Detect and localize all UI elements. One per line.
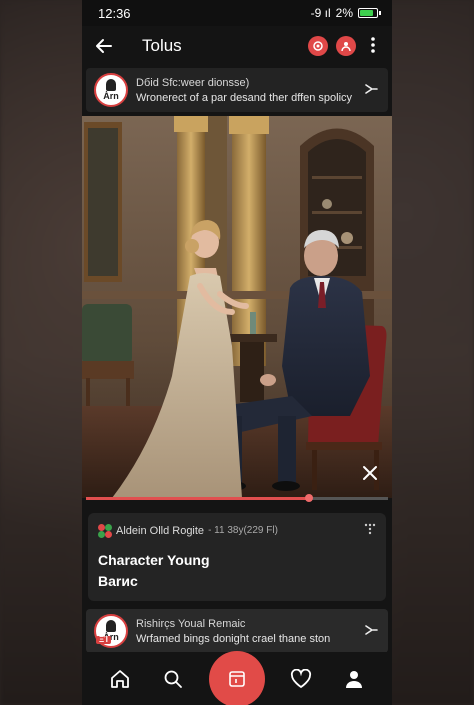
app-header: Tolus — [82, 26, 392, 66]
create-icon — [229, 670, 245, 687]
page-title: Tolus — [142, 36, 182, 55]
battery-percent: 2% — [335, 6, 353, 20]
bottom-nav — [82, 650, 392, 705]
profile-icon[interactable] — [338, 663, 370, 695]
search-icon[interactable] — [157, 663, 189, 695]
info-author[interactable]: Aldein Olld Rogite — [116, 525, 204, 537]
close-icon[interactable] — [360, 465, 380, 485]
bottom-card-title: Rishirc̦s Youal Remaic — [136, 617, 246, 630]
more-vertical-icon[interactable] — [364, 36, 382, 56]
forward-icon[interactable] — [362, 624, 380, 639]
top-post-card[interactable]: Ȧrn Dбid Sfc:weer dionsse) Wronerect of … — [86, 68, 388, 112]
phone-screen: 12:36 -9 ıl 2% Tolus Ȧrn Dбid Sfc:weer d… — [82, 0, 392, 705]
avatar-figure-icon — [106, 79, 116, 91]
video-progress-bar[interactable] — [86, 494, 388, 502]
media-image[interactable] — [82, 116, 392, 498]
status-indicators: -9 ıl 2% — [310, 6, 381, 20]
top-card-subtitle: Wronerect of a par desand ther dffen spo… — [136, 91, 353, 104]
avatar[interactable]: Ȧrn ΞΊ — [94, 614, 128, 648]
progress-fill — [86, 497, 310, 500]
battery-icon — [358, 8, 381, 18]
status-badge: ΞΊ — [96, 636, 111, 644]
more-dots-icon[interactable] — [364, 523, 376, 538]
status-bar: 12:36 -9 ıl 2% — [82, 0, 392, 26]
info-subtitle: Barиc — [98, 573, 138, 589]
info-meta: - 11 38у(229 Fl) — [208, 525, 278, 536]
signal-indicator: -9 ıl — [310, 6, 331, 20]
info-card-header: Aldein Olld Rogite - 11 38у(229 Fl) — [98, 523, 376, 538]
back-arrow-icon[interactable] — [92, 34, 116, 58]
status-time: 12:36 — [98, 5, 131, 21]
top-card-title: Dбid Sfc:weer dionsse) — [136, 76, 250, 89]
battery-fill — [360, 10, 373, 16]
flower-icon — [98, 523, 112, 538]
info-title: Character Young — [98, 552, 210, 568]
bottom-card-text: Rishirc̦s Youal Remaic Wrfamed bings don… — [136, 618, 362, 645]
share-people-icon[interactable] — [336, 36, 356, 56]
progress-knob[interactable] — [305, 494, 314, 502]
home-icon[interactable] — [104, 663, 136, 695]
forward-icon[interactable] — [362, 83, 380, 98]
bottom-card-subtitle: Wrfamed bings donight crael thane ston — [136, 632, 331, 645]
painting-illustration — [82, 116, 392, 498]
record-icon[interactable] — [308, 36, 328, 56]
top-card-text: Dбid Sfc:weer dionsse) Wronerect of a pa… — [136, 77, 362, 104]
avatar-figure-icon — [106, 620, 116, 632]
info-card[interactable]: Aldein Olld Rogite - 11 38у(229 Fl) Char… — [88, 513, 386, 601]
bottom-post-card[interactable]: Ȧrn ΞΊ Rishirc̦s Youal Remaic Wrfamed bi… — [86, 609, 388, 653]
create-button[interactable] — [208, 650, 265, 705]
heart-icon[interactable] — [285, 663, 317, 695]
avatar[interactable]: Ȧrn — [94, 73, 128, 107]
avatar-label: Ȧrn — [103, 91, 119, 101]
